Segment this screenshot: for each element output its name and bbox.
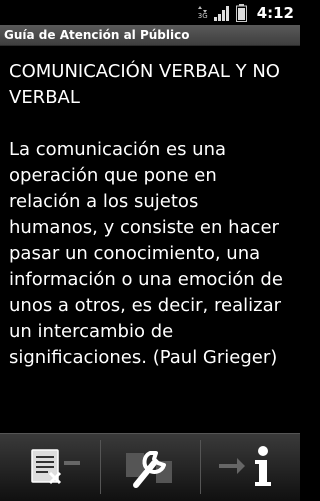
tools-button[interactable] (100, 438, 200, 496)
bottom-toolbar (0, 433, 300, 501)
content-scroll-area[interactable]: COMUNICACIÓN VERBAL Y NO VERBAL La comun… (0, 47, 300, 433)
content-heading: COMUNICACIÓN VERBAL Y NO VERBAL (9, 61, 280, 108)
network-indicator: 3G (198, 6, 208, 20)
next-info-button[interactable] (200, 438, 300, 496)
signal-strength-icon (213, 6, 229, 21)
clock: 4:12 (256, 4, 294, 22)
content-body: La comunicación es una operación que pon… (9, 139, 283, 368)
info-icon (219, 446, 271, 486)
wrench-icon (126, 451, 172, 488)
network-type-label: 3G (197, 12, 208, 20)
app-title-bar: Guía de Atención al Público (0, 25, 300, 46)
previous-button[interactable] (0, 438, 100, 496)
app-title: Guía de Atención al Público (4, 28, 190, 42)
status-bar: 3G 4:12 (0, 0, 300, 25)
status-icons: 3G 4:12 (198, 3, 294, 23)
document-back-icon (31, 449, 80, 485)
battery-icon (235, 4, 247, 22)
